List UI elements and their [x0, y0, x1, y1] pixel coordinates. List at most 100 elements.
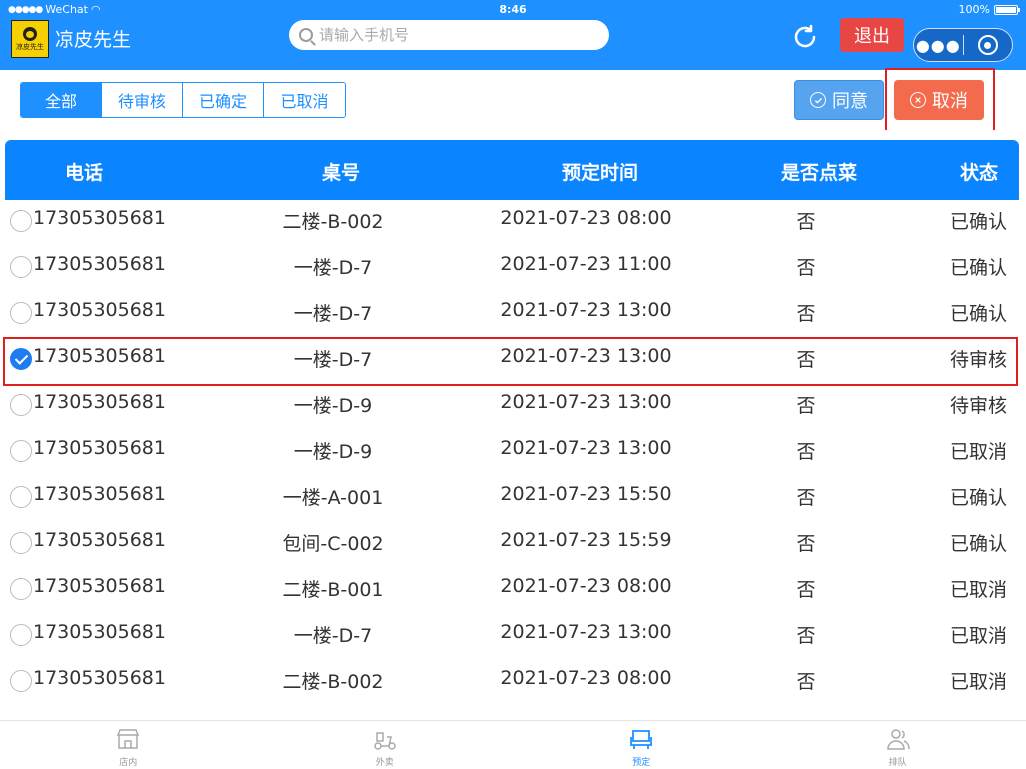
cell-ordered: 否: [796, 395, 816, 417]
table-row[interactable]: 17305305681 一楼-D-7 2021-07-23 11:00 否 已确认: [0, 244, 1026, 290]
tabbar-label-queue: 排队: [888, 758, 907, 768]
tab-cancelled[interactable]: 已取消: [264, 83, 345, 117]
cell-phone: 17305305681: [33, 621, 166, 643]
agree-label: 同意: [832, 91, 868, 112]
row-checkbox[interactable]: [10, 210, 32, 232]
cell-phone: 17305305681: [33, 299, 166, 321]
cell-time: 2021-07-23 13:00: [500, 391, 672, 413]
cell-status: 待审核: [950, 395, 1008, 417]
row-checkbox[interactable]: [10, 578, 32, 600]
table-header: 电话 桌号 预定时间 是否点菜 状态: [5, 140, 1019, 200]
refresh-button[interactable]: [790, 22, 820, 52]
cell-phone: 17305305681: [33, 575, 166, 597]
tab-all[interactable]: 全部: [21, 83, 102, 117]
cell-status: 已取消: [950, 625, 1008, 647]
cell-table: 二楼-B-002: [282, 211, 384, 233]
cell-ordered: 否: [796, 441, 816, 463]
cell-time: 2021-07-23 11:00: [500, 253, 672, 275]
tabbar-item-reserve[interactable]: 预定: [513, 721, 770, 769]
cell-status: 已确认: [950, 487, 1008, 509]
search-bar[interactable]: [289, 20, 609, 50]
agree-button[interactable]: 同意: [794, 80, 884, 120]
cell-phone: 17305305681: [33, 529, 166, 551]
cell-status: 已确认: [950, 303, 1008, 325]
cell-phone: 17305305681: [33, 437, 166, 459]
battery-group: 100%: [958, 3, 1020, 16]
cell-phone: 17305305681: [33, 483, 166, 505]
cell-table: 一楼-D-7: [293, 303, 373, 325]
table-row[interactable]: 17305305681 二楼-B-001 2021-07-23 08:00 否 已取消: [0, 566, 1026, 612]
row-checkbox[interactable]: [10, 532, 32, 554]
cell-table: 一楼-D-9: [293, 395, 373, 417]
scooter-icon: [374, 732, 396, 750]
cell-time: 2021-07-23 13:00: [500, 299, 672, 321]
row-checkbox[interactable]: [10, 440, 32, 462]
tabbar-label-reserve: 预定: [632, 758, 651, 768]
cell-time: 2021-07-23 08:00: [500, 667, 672, 689]
status-filter-tabs: 全部 待审核 已确定 已取消: [20, 82, 346, 118]
battery-percent: 100%: [958, 3, 990, 16]
more-menu-button[interactable]: ●●●: [914, 36, 963, 55]
tabbar-label-store: 店内: [119, 758, 138, 768]
logout-button[interactable]: 退出: [840, 18, 904, 52]
app-header: 凉皮先生 凉皮先生 退出 ●●●: [0, 18, 1026, 70]
row-checkbox[interactable]: [10, 394, 32, 416]
table-row[interactable]: 17305305681 一楼-A-001 2021-07-23 15:50 否 已确认: [0, 474, 1026, 520]
refresh-icon: [794, 24, 816, 48]
tab-confirmed[interactable]: 已确定: [183, 83, 264, 117]
table-row[interactable]: 17305305681 二楼-B-002 2021-07-23 08:00 否 已取消: [0, 658, 1026, 704]
cell-table: 一楼-A-001: [282, 487, 384, 509]
column-header-ordered: 是否点菜: [781, 162, 858, 184]
table-row[interactable]: 17305305681 包间-C-002 2021-07-23 15:59 否 已确认: [0, 520, 1026, 566]
column-header-table: 桌号: [322, 162, 361, 184]
row-checkbox[interactable]: [10, 486, 32, 508]
tabbar-item-store[interactable]: 店内: [0, 721, 257, 769]
column-header-time: 预定时间: [562, 162, 639, 184]
cell-ordered: 否: [796, 303, 816, 325]
cell-ordered: 否: [796, 671, 816, 693]
check-circle-icon: [810, 92, 826, 108]
selected-row-highlight: [3, 337, 1018, 386]
table-row[interactable]: 17305305681 一楼-D-9 2021-07-23 13:00 否 待审核: [0, 382, 1026, 428]
tabbar-item-queue[interactable]: 排队: [770, 721, 1026, 769]
column-header-status: 状态: [960, 162, 999, 184]
table-row[interactable]: 17305305681 一楼-D-7 2021-07-23 13:00 否 已取消: [0, 612, 1026, 658]
cell-ordered: 否: [796, 487, 816, 509]
cell-status: 已取消: [950, 579, 1008, 601]
cell-table: 包间-C-002: [282, 533, 384, 555]
cell-phone: 17305305681: [33, 667, 166, 689]
search-icon: [299, 28, 313, 42]
cell-table: 二楼-B-002: [282, 671, 384, 693]
reservation-table: 电话 桌号 预定时间 是否点菜 状态 17305305681 二楼-B-002 20…: [0, 130, 1026, 720]
cell-ordered: 否: [796, 625, 816, 647]
clock: 8:46: [499, 3, 527, 16]
cell-ordered: 否: [796, 211, 816, 233]
row-checkbox[interactable]: [10, 624, 32, 646]
target-icon: [977, 35, 998, 55]
cell-phone: 17305305681: [33, 253, 166, 275]
tab-pending[interactable]: 待审核: [102, 83, 183, 117]
table-row[interactable]: 17305305681 一楼-D-9 2021-07-23 13:00 否 已取消: [0, 428, 1026, 474]
table-row[interactable]: 17305305681 二楼-B-002 2021-07-23 08:00 否 已确认: [0, 198, 1026, 244]
tabbar-label-delivery: 外卖: [375, 758, 394, 768]
cell-status: 已确认: [950, 257, 1008, 279]
row-checkbox[interactable]: [10, 302, 32, 324]
cell-status: 已确认: [950, 533, 1008, 555]
cell-time: 2021-07-23 15:59: [500, 529, 672, 551]
cell-time: 2021-07-23 13:00: [500, 437, 672, 459]
close-miniprogram-button[interactable]: [963, 35, 1012, 55]
cell-time: 2021-07-23 08:00: [500, 207, 672, 229]
cell-phone: 17305305681: [33, 391, 166, 413]
row-checkbox[interactable]: [10, 256, 32, 278]
row-checkbox[interactable]: [10, 670, 32, 692]
bottom-tab-bar: 店内 外卖 预定 排队: [0, 720, 1026, 769]
table-row[interactable]: 17305305681 一楼-D-7 2021-07-23 13:00 否 已确认: [0, 290, 1026, 336]
phone-search-input[interactable]: [319, 26, 589, 44]
brand-logo: 凉皮先生: [11, 20, 49, 58]
cell-status: 已取消: [950, 671, 1008, 693]
cell-time: 2021-07-23 15:50: [500, 483, 672, 505]
tabbar-item-delivery[interactable]: 外卖: [257, 721, 514, 769]
filter-toolbar: 全部 待审核 已确定 已取消 同意 取消: [0, 70, 1026, 130]
app-title: 凉皮先生: [55, 29, 132, 51]
miniprogram-capsule: ●●●: [913, 28, 1013, 62]
